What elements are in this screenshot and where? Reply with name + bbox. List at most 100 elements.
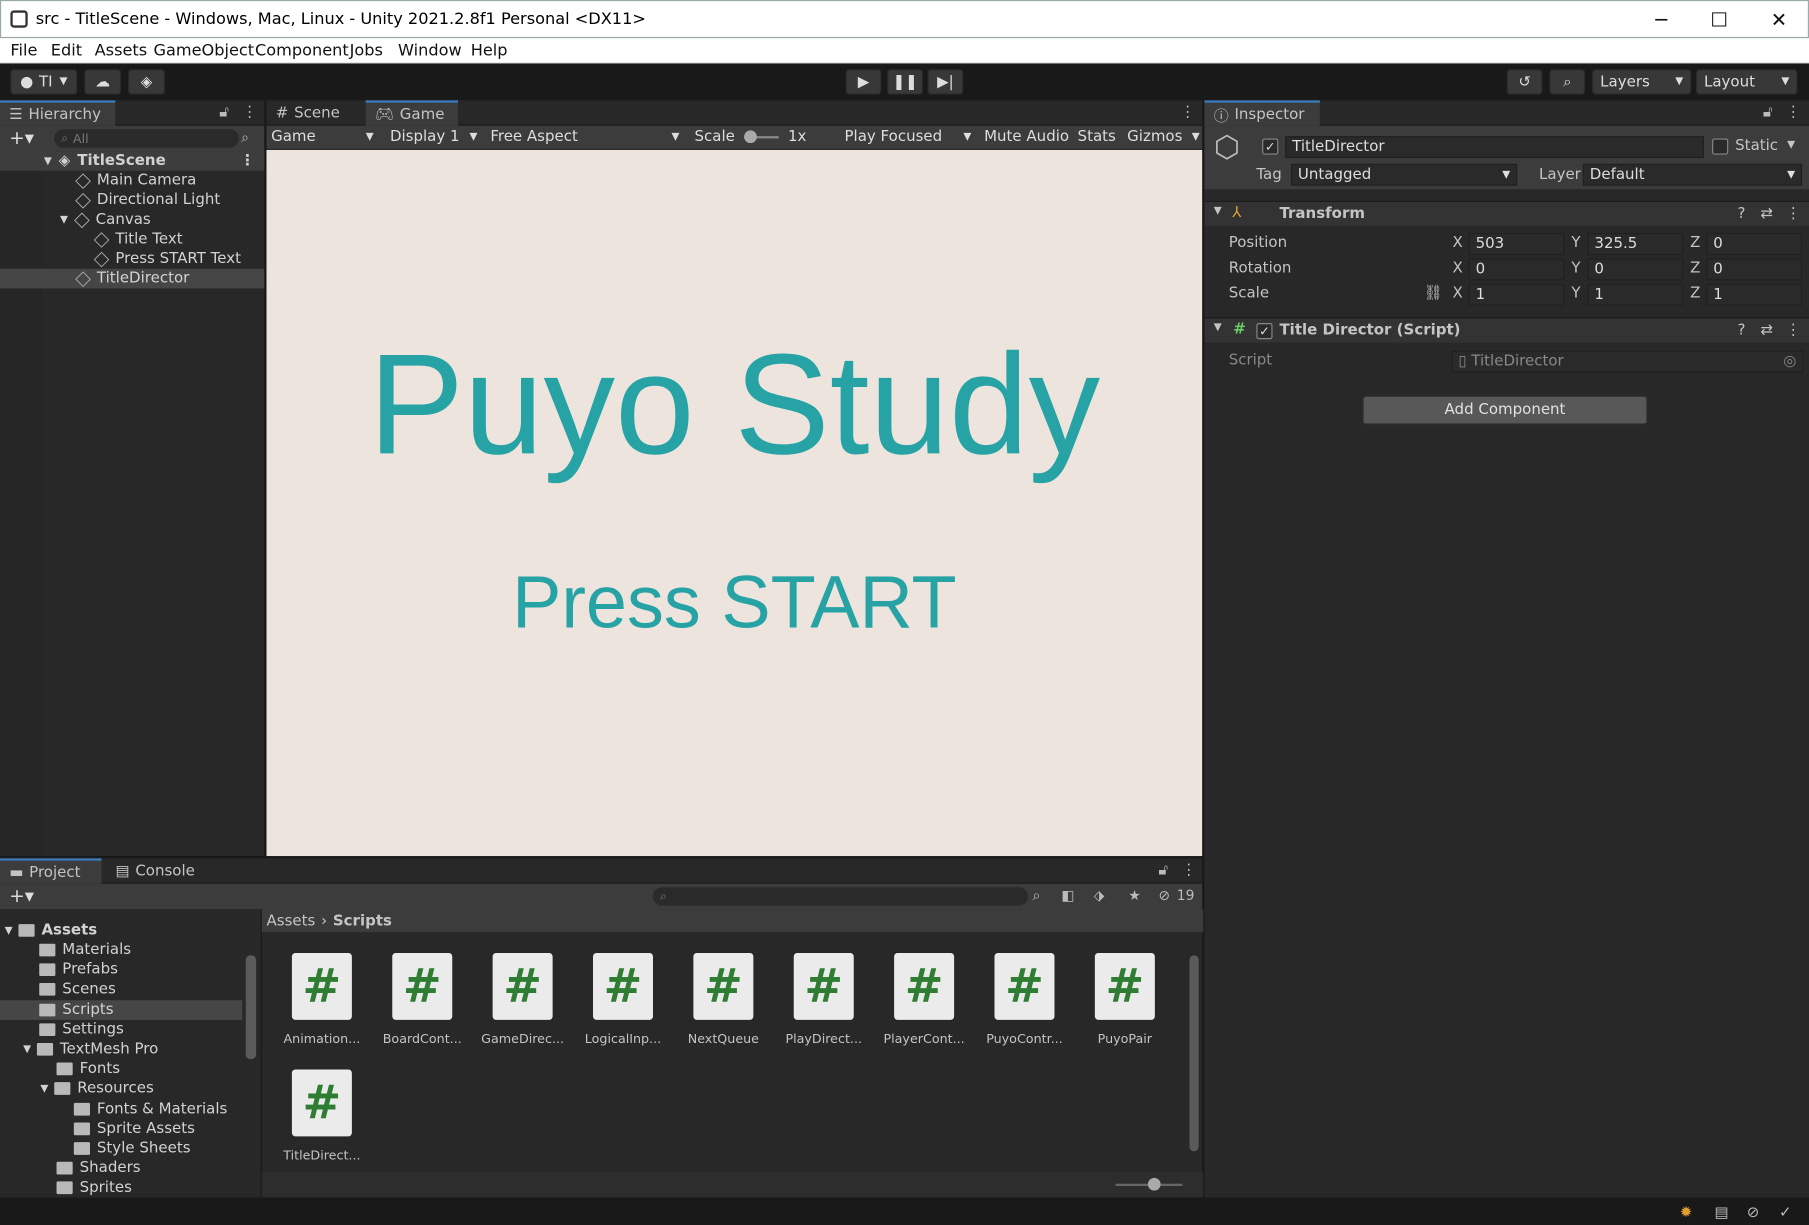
active-checkbox[interactable]: ✓	[1262, 138, 1279, 155]
favorites-icon[interactable]: ★	[1128, 887, 1140, 903]
search-filter-icon[interactable]: ⌕	[1033, 887, 1041, 904]
tab-inspector[interactable]: ⓘ Inspector	[1204, 100, 1320, 126]
hierarchy-item-directional-light[interactable]: Directional Light	[0, 190, 264, 210]
asset-puyocontroller[interactable]: # PuyoContr...	[978, 952, 1070, 1046]
script-component-header[interactable]: ▼ # ✓ Title Director (Script) ? ⇄ ⋮	[1204, 317, 1809, 343]
tag-dropdown[interactable]: Untagged ▼	[1290, 163, 1518, 186]
hierarchy-item-canvas[interactable]: ▼ Canvas	[0, 210, 264, 230]
game-canvas[interactable]: Puyo Study Press START	[266, 149, 1203, 857]
more-options-icon[interactable]: ⋮	[1181, 862, 1196, 879]
breadcrumb-scripts[interactable]: Scripts	[333, 912, 392, 929]
rotation-z-field[interactable]: 0	[1706, 258, 1803, 281]
more-options-icon[interactable]: ⋮	[1786, 104, 1801, 121]
mute-audio-toggle[interactable]: Mute Audio	[984, 128, 1069, 145]
tree-shaders[interactable]: Shaders	[56, 1158, 141, 1178]
icon-size-slider-thumb[interactable]	[1147, 1177, 1161, 1191]
asset-gamedirector[interactable]: # GameDirec...	[476, 952, 568, 1046]
asset-logicalinput[interactable]: # LogicalInp...	[577, 952, 669, 1046]
close-button[interactable]: ✕	[1750, 1, 1808, 39]
tree-assets[interactable]: ▼ Assets	[5, 921, 98, 941]
account-dropdown[interactable]: ● TI ▼	[10, 69, 78, 95]
tab-console[interactable]: ▤ Console	[106, 858, 198, 883]
menu-help[interactable]: Help	[471, 42, 508, 60]
hierarchy-item-main-camera[interactable]: Main Camera	[0, 171, 264, 191]
lock-icon[interactable]: 🔓︎	[1763, 104, 1773, 121]
layer-dropdown[interactable]: Default ▼	[1582, 163, 1803, 186]
asset-boardcontroller[interactable]: # BoardCont...	[376, 952, 468, 1046]
asset-animation[interactable]: # Animation...	[276, 952, 368, 1046]
play-focused-dropdown[interactable]: Play Focused	[845, 128, 943, 145]
hierarchy-item-titledirector[interactable]: TitleDirector	[0, 268, 265, 289]
collab-button[interactable]: ◈	[128, 69, 165, 95]
layout-dropdown[interactable]: Layout ▼	[1695, 69, 1798, 95]
pause-button[interactable]: ❚❚	[887, 69, 923, 95]
component-enabled-checkbox[interactable]: ✓	[1256, 323, 1273, 340]
display-dropdown[interactable]: Display 1	[390, 128, 460, 145]
tab-project[interactable]: ▬ Project	[0, 858, 102, 884]
object-name-field[interactable]: TitleDirector	[1285, 136, 1705, 159]
step-button[interactable]: ▶|	[927, 69, 964, 95]
scale-y-field[interactable]: 1	[1587, 283, 1684, 306]
filter-by-label-icon[interactable]: ⬗	[1094, 887, 1105, 903]
progress-check-icon[interactable]: ✓	[1779, 1204, 1792, 1221]
menu-assets[interactable]: Assets	[95, 42, 148, 60]
tree-prefabs[interactable]: Prefabs	[39, 960, 118, 980]
asset-playdirector[interactable]: # PlayDirect...	[778, 952, 870, 1046]
position-y-field[interactable]: 325.5	[1587, 233, 1684, 255]
more-options-icon[interactable]: ⋮	[240, 152, 255, 169]
bug-icon[interactable]: ✹	[1680, 1204, 1693, 1221]
lock-icon[interactable]: 🔓︎	[1158, 862, 1168, 879]
asset-nextqueue[interactable]: # NextQueue	[677, 952, 769, 1046]
static-checkbox[interactable]	[1712, 138, 1729, 155]
object-picker-icon[interactable]: ◎	[1783, 353, 1796, 370]
chevron-down-icon[interactable]: ▼	[1787, 140, 1795, 152]
tab-hierarchy[interactable]: ☰ Hierarchy	[0, 100, 116, 126]
position-x-field[interactable]: 503	[1468, 233, 1565, 255]
presets-icon[interactable]: ⇄	[1761, 205, 1774, 222]
search-button[interactable]: ⌕	[1549, 69, 1586, 95]
lock-icon[interactable]: 🔓︎	[219, 104, 229, 121]
transform-header[interactable]: ▼ ⅄ Transform ? ⇄ ⋮	[1204, 200, 1809, 227]
help-icon[interactable]: ?	[1737, 322, 1745, 339]
rotation-x-field[interactable]: 0	[1468, 258, 1565, 281]
tree-fonts-materials[interactable]: Fonts & Materials	[73, 1099, 227, 1119]
menu-jobs[interactable]: Jobs	[350, 42, 383, 60]
tree-materials[interactable]: Materials	[39, 940, 131, 960]
menu-edit[interactable]: Edit	[51, 42, 82, 60]
tree-settings[interactable]: Settings	[39, 1020, 124, 1040]
filter-by-type-icon[interactable]: ◧	[1061, 887, 1074, 903]
rotation-y-field[interactable]: 0	[1587, 258, 1684, 281]
tree-scripts[interactable]: Scripts	[0, 1000, 243, 1020]
add-component-button[interactable]: Add Component	[1362, 395, 1648, 425]
constrain-proportions-icon[interactable]: ⛓	[1424, 285, 1443, 302]
hierarchy-item-press-start-text[interactable]: Press START Text	[0, 249, 264, 269]
add-icon[interactable]: +▾	[9, 885, 34, 907]
tree-fonts[interactable]: Fonts	[56, 1059, 120, 1079]
scene-filter-icon[interactable]: ⌕	[241, 129, 249, 146]
more-options-icon[interactable]: ⋮	[1786, 205, 1801, 222]
view-mode-dropdown[interactable]: Game	[271, 128, 316, 145]
asset-titledirector[interactable]: # TitleDirect...	[276, 1069, 368, 1163]
breadcrumb-assets[interactable]: Assets	[267, 912, 316, 929]
tree-sprites[interactable]: Sprites	[56, 1178, 132, 1198]
menu-file[interactable]: File	[10, 42, 37, 60]
presets-icon[interactable]: ⇄	[1761, 322, 1774, 339]
play-button[interactable]: ▶	[845, 69, 882, 95]
maximize-button[interactable]: ☐	[1690, 1, 1748, 39]
tree-sprite-assets[interactable]: Sprite Assets	[73, 1119, 195, 1139]
tree-resources[interactable]: ▼ Resources	[40, 1079, 153, 1099]
add-icon[interactable]: +▾	[9, 127, 34, 149]
more-options-icon[interactable]: ⋮	[1180, 104, 1195, 121]
hierarchy-item-title-text[interactable]: Title Text	[0, 230, 264, 250]
aspect-dropdown[interactable]: Free Aspect	[490, 128, 578, 145]
menu-component[interactable]: Component	[255, 42, 349, 60]
scale-z-field[interactable]: 1	[1706, 283, 1803, 306]
project-search-input[interactable]: ⌕	[652, 887, 1028, 906]
more-options-icon[interactable]: ⋮	[242, 104, 257, 121]
minimize-button[interactable]: ─	[1632, 1, 1690, 39]
menu-window[interactable]: Window	[398, 42, 462, 60]
tree-scenes[interactable]: Scenes	[39, 979, 116, 999]
position-z-field[interactable]: 0	[1706, 233, 1803, 255]
tree-textmesh-pro[interactable]: ▼ TextMesh Pro	[23, 1039, 158, 1059]
asset-playercontroller[interactable]: # PlayerCont...	[878, 952, 970, 1046]
